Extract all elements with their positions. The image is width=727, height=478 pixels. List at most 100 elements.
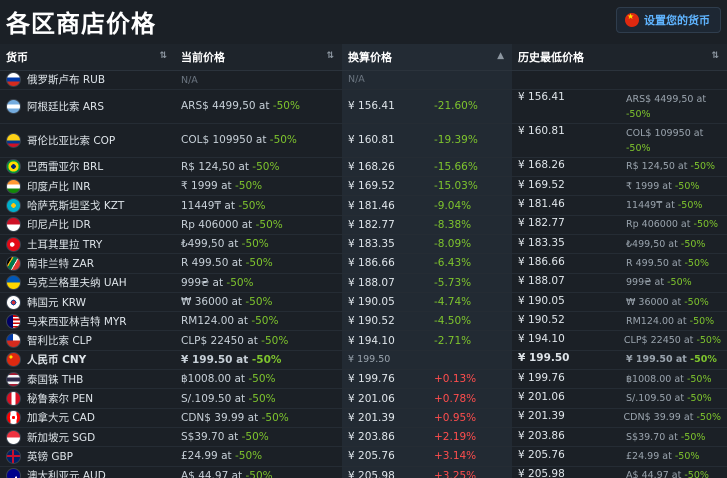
- table-row[interactable]: 乌克兰格里夫纳 UAH 999₴ at -50% ¥ 188.07 -5.73% ¥ 1…: [0, 273, 727, 293]
- table-row[interactable]: 巴西雷亚尔 BRL R$ 124,50 at -50% ¥ 168.26 -15.66…: [0, 157, 727, 178]
- cl-flag-icon: [6, 333, 21, 349]
- currency-name: 人民币 CNY: [6, 352, 169, 368]
- diff-percent: -5.73%: [434, 276, 472, 289]
- table-row[interactable]: 泰国铢 THB ฿1008.00 at -50% ¥ 199.76 +0.13% ¥ 1…: [0, 369, 727, 390]
- sort-both-icon[interactable]: ⇅: [159, 51, 167, 61]
- lowest-wrap: ¥ 194.10 CLP$ 22450 at -50%: [518, 333, 721, 348]
- current-price: N/A: [181, 74, 198, 86]
- lowest-price-detail: CLP$ 22450 at -50%: [624, 333, 721, 348]
- table-row[interactable]: 俄罗斯卢布 RUB N/A N/A: [0, 70, 727, 90]
- converted-price-cell: ¥ 203.86 +2.19%: [342, 427, 512, 448]
- table-row[interactable]: 南非兰特 ZAR R 499.50 at -50% ¥ 186.66 -6.43% ¥ …: [0, 253, 727, 274]
- current-price: R$ 124,50 at: [181, 160, 249, 173]
- table-row[interactable]: 新加坡元 SGD S$39.70 at -50% ¥ 203.86 +2.19% ¥ 2…: [0, 427, 727, 448]
- id-flag-icon: [6, 217, 21, 233]
- diff-percent: -15.03%: [434, 180, 478, 193]
- currency-cell: 韩国元 KRW: [0, 292, 175, 313]
- column-header-lowest[interactable]: 历史最低价格 ⇅: [512, 44, 727, 71]
- lowest-original-price: 11449₸ at: [626, 200, 675, 212]
- table-row[interactable]: 澳大利亚元 AUD A$ 44.97 at -50% ¥ 205.98 +3.25% ¥…: [0, 466, 727, 478]
- table-row[interactable]: 印尼卢比 IDR Rp 406000 at -50% ¥ 182.77 -8.38% ¥…: [0, 215, 727, 235]
- lowest-wrap: ¥ 205.76 £24.99 at -50%: [518, 449, 721, 464]
- kr-flag-icon: [6, 294, 21, 310]
- column-header-current[interactable]: 当前价格 ⇅: [175, 44, 342, 71]
- table-row[interactable]: 加拿大元 CAD CDN$ 39.99 at -50% ¥ 201.39 +0.95%…: [0, 408, 727, 428]
- currency-cell: 澳大利亚元 AUD: [0, 466, 175, 478]
- current-price-cell: ₺499,50 at -50%: [175, 234, 342, 255]
- lowest-discount-percent: -50%: [687, 393, 712, 404]
- converted-price-cell: N/A: [342, 70, 512, 90]
- lowest-original-price: A$ 44.97 at: [626, 470, 682, 478]
- currency-cell: 哥伦比亚比索 COP: [0, 123, 175, 158]
- current-price: S$39.70 at: [181, 431, 239, 444]
- current-price-cell: S$39.70 at -50%: [175, 427, 342, 448]
- lowest-price-detail: ARS$ 4499,50 at -50%: [626, 92, 706, 122]
- lowest-wrap: ¥ 199.76 ฿1008.00 at -50%: [518, 372, 721, 387]
- lowest-discount-percent: -50%: [674, 180, 700, 192]
- currency-name: 韩国元 KRW: [6, 294, 169, 310]
- table-row[interactable]: 印度卢比 INR ₹ 1999 at -50% ¥ 169.52 -15.03% ¥ 1…: [0, 176, 727, 197]
- currency-name: 俄罗斯卢布 RUB: [6, 72, 169, 88]
- converted-price-cell: ¥ 182.77 -8.38%: [342, 215, 512, 235]
- lowest-price-detail: 11449₸ at -50%: [626, 198, 702, 213]
- table-row[interactable]: 秘鲁索尔 PEN S/.109.50 at -50% ¥ 201.06 +0.78% ¥…: [0, 388, 727, 409]
- sort-asc-icon[interactable]: ▲: [497, 51, 504, 61]
- column-header-currency[interactable]: 货币 ⇅: [0, 44, 175, 71]
- lowest-discount-percent: -50%: [680, 431, 706, 443]
- table-row[interactable]: 智利比索 CLP CLP$ 22450 at -50% ¥ 194.10 -2.71%…: [0, 330, 727, 351]
- current-price-cell: ARS$ 4499,50 at -50%: [175, 89, 342, 124]
- column-header-converted[interactable]: 换算价格 ▲: [342, 44, 512, 71]
- diff-percent: -21.60%: [434, 100, 478, 113]
- lowest-price-cell: ¥ 201.39 CDN$ 39.99 at -50%: [512, 408, 727, 428]
- lowest-price: ¥ 188.07: [518, 275, 565, 288]
- current-price-cell: R$ 124,50 at -50%: [175, 157, 342, 178]
- current-price: ₹ 1999 at: [181, 180, 232, 193]
- diff-percent: -4.74%: [434, 296, 472, 309]
- discount-percent: -50%: [272, 100, 300, 113]
- currency-label: 印度卢比 INR: [27, 180, 91, 193]
- converted-wrap: ¥ 169.52 -15.03%: [348, 180, 506, 192]
- lowest-price-detail: A$ 44.97 at -50%: [626, 468, 709, 478]
- lowest-original-price: Rp 406000 at: [626, 219, 691, 231]
- lowest-original-price: ฿1008.00 at: [626, 373, 684, 385]
- sort-both-icon[interactable]: ⇅: [326, 51, 334, 61]
- lowest-price-detail: ₩ 36000 at -50%: [626, 295, 709, 310]
- current-price: A$ 44.97 at: [181, 469, 243, 478]
- currency-name: 新加坡元 SGD: [6, 429, 169, 445]
- diff-percent: -8.09%: [434, 238, 472, 251]
- converted-wrap: ¥ 201.39 +0.95%: [348, 412, 506, 424]
- table-row[interactable]: 马来西亚林吉特 MYR RM124.00 at -50% ¥ 190.52 -4.50…: [0, 311, 727, 332]
- set-currency-button[interactable]: 设置您的货币: [616, 7, 721, 33]
- current-price: 11449₸ at: [181, 199, 235, 212]
- diff-percent: +3.14%: [434, 450, 477, 463]
- converted-wrap: ¥ 182.77 -8.38%: [348, 219, 506, 231]
- discount-percent: -50%: [251, 315, 279, 328]
- currency-cell: 新加坡元 SGD: [0, 427, 175, 448]
- table-row[interactable]: 英镑 GBP £24.99 at -50% ¥ 205.76 +3.14% ¥ 205.…: [0, 446, 727, 467]
- lowest-original-price: ₹ 1999 at: [626, 180, 672, 192]
- table-row[interactable]: 哥伦比亚比索 COP COL$ 109950 at -50% ¥ 160.81 -19…: [0, 123, 727, 158]
- lowest-price-cell: ¥ 186.66 R 499.50 at -50%: [512, 253, 727, 274]
- lowest-wrap: ¥ 181.46 11449₸ at -50%: [518, 198, 721, 213]
- lowest-price-detail: CDN$ 39.99 at -50%: [624, 410, 721, 425]
- converted-price: ¥ 169.52: [348, 180, 395, 193]
- table-row[interactable]: 人民币 CNY ¥ 199.50 at -50% ¥ 199.50 ¥ 199.50 ¥…: [0, 350, 727, 371]
- table-row[interactable]: 哈萨克斯坦坚戈 KZT 11449₸ at -50% ¥ 181.46 -9.04% ¥…: [0, 195, 727, 216]
- lowest-original-price: R$ 124,50 at: [626, 161, 688, 173]
- table-row[interactable]: 土耳其里拉 TRY ₺499,50 at -50% ¥ 183.35 -8.09% ¥ …: [0, 234, 727, 255]
- table-row[interactable]: 韩国元 KRW ₩ 36000 at -50% ¥ 190.05 -4.74% ¥ 19…: [0, 292, 727, 313]
- lowest-original-price: ¥ 199.50 at: [626, 354, 687, 366]
- diff-percent: -8.38%: [434, 218, 472, 231]
- current-price: CLP$ 22450 at: [181, 334, 258, 347]
- tr-flag-icon: [6, 236, 21, 252]
- sort-both-icon[interactable]: ⇅: [711, 51, 719, 61]
- converted-price-cell: ¥ 186.66 -6.43%: [342, 253, 512, 274]
- cn-flag-icon: [625, 13, 639, 27]
- current-price: COL$ 109950 at: [181, 134, 267, 147]
- converted-wrap: ¥ 203.86 +2.19%: [348, 431, 506, 443]
- table-row[interactable]: 阿根廷比索 ARS ARS$ 4499,50 at -50% ¥ 156.41 -21…: [0, 89, 727, 124]
- lowest-price: ¥ 182.77: [518, 217, 565, 230]
- lowest-original-price: COL$ 109950 at: [626, 127, 704, 139]
- currency-name: 马来西亚林吉特 MYR: [6, 313, 169, 329]
- currency-name: 土耳其里拉 TRY: [6, 236, 169, 252]
